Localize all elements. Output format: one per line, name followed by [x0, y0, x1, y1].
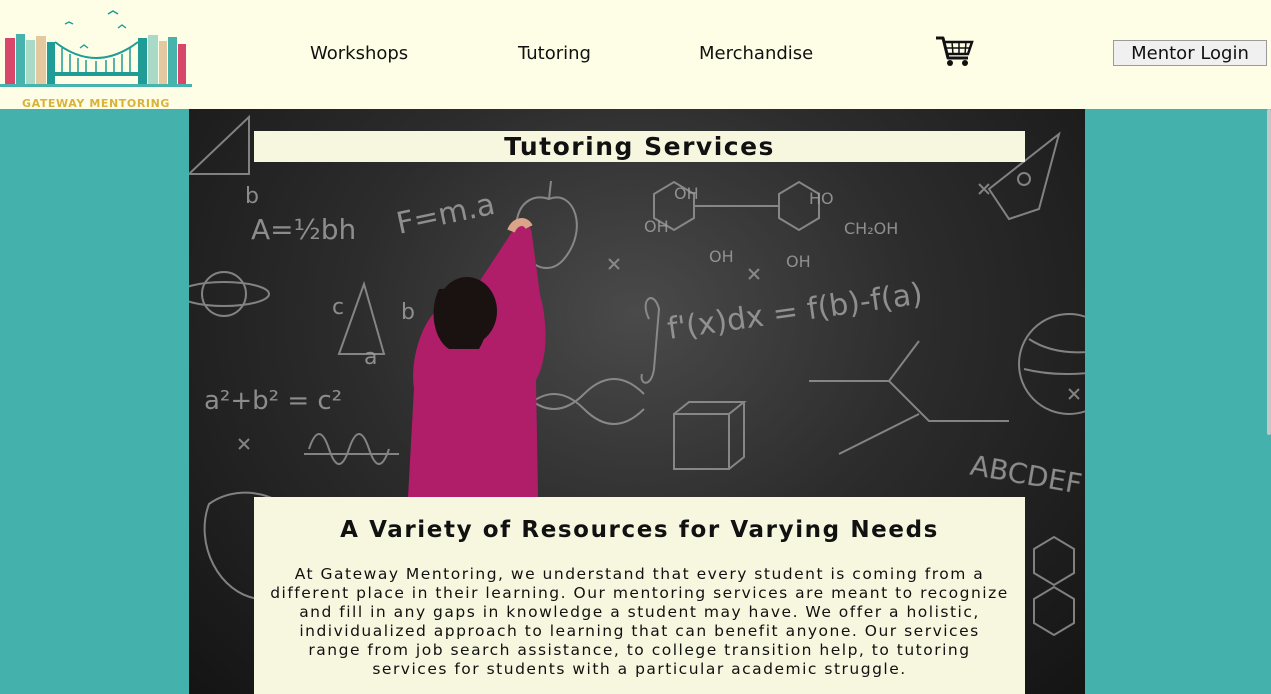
nav-merchandise[interactable]: Merchandise: [699, 43, 813, 64]
svg-text:OH: OH: [709, 247, 734, 266]
section-body: At Gateway Mentoring, we understand that…: [270, 565, 1009, 678]
shopping-cart-icon[interactable]: [934, 34, 974, 68]
svg-text:c: c: [332, 295, 344, 320]
svg-text:CH₂OH: CH₂OH: [844, 219, 898, 238]
svg-text:ABCDEF: ABCDEF: [968, 448, 1085, 500]
section-heading: A Variety of Resources for Varying Needs: [340, 517, 939, 543]
svg-text:OH: OH: [786, 252, 811, 271]
svg-text:A=½bh: A=½bh: [251, 213, 356, 246]
nav-workshops[interactable]: Workshops: [310, 43, 408, 64]
svg-text:OH: OH: [644, 217, 669, 236]
mentor-login-button[interactable]: Mentor Login: [1113, 40, 1267, 66]
girl-figure: [408, 218, 546, 498]
page-title: Tutoring Services: [504, 132, 775, 161]
svg-text:b: b: [401, 300, 415, 325]
svg-text:a: a: [364, 345, 377, 370]
svg-text:f'(x)dx = f(b)-f(a): f'(x)dx = f(b)-f(a): [665, 276, 925, 346]
svg-text:OH: OH: [674, 184, 699, 203]
svg-text:F=m.a: F=m.a: [393, 187, 498, 242]
logo-text: GATEWAY MENTORING: [21, 97, 171, 110]
page-scrollbar[interactable]: [1267, 109, 1271, 435]
title-band: Tutoring Services: [254, 131, 1025, 162]
gateway-mentoring-logo[interactable]: GATEWAY MENTORING: [0, 8, 192, 110]
svg-text:a²+b² = c²: a²+b² = c²: [204, 386, 342, 416]
svg-text:HO: HO: [809, 189, 834, 208]
logo-books-bridge-icon: [0, 10, 192, 87]
site-header: GATEWAY MENTORING Workshops Tutoring Mer…: [0, 0, 1271, 110]
svg-text:b: b: [245, 184, 259, 209]
content-panel: A Variety of Resources for Varying Needs…: [254, 497, 1025, 694]
nav-tutoring[interactable]: Tutoring: [518, 43, 591, 64]
